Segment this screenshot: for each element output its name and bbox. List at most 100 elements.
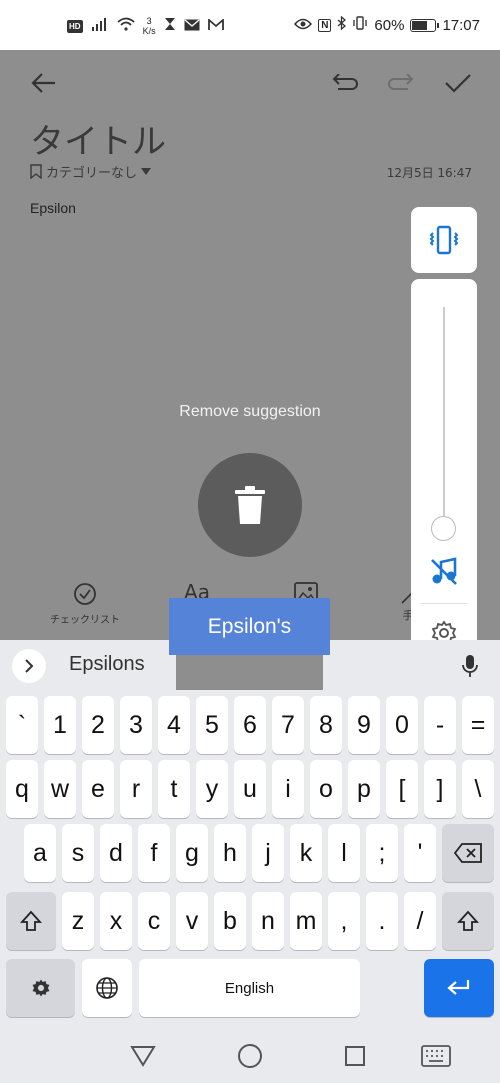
key[interactable]: z — [62, 892, 94, 950]
key[interactable]: . — [366, 892, 398, 950]
key[interactable]: - — [424, 696, 456, 754]
key[interactable]: b — [214, 892, 246, 950]
key[interactable]: v — [176, 892, 208, 950]
key[interactable]: 4 — [158, 696, 190, 754]
key[interactable]: s — [62, 824, 94, 882]
expand-toolbar-button[interactable] — [12, 649, 46, 683]
net-speed-value: 3 — [146, 16, 152, 26]
key[interactable]: 3 — [120, 696, 152, 754]
key[interactable]: x — [100, 892, 132, 950]
key[interactable]: 8 — [310, 696, 342, 754]
microphone-icon — [462, 655, 478, 677]
redo-button[interactable] — [384, 68, 418, 98]
battery-fill — [412, 20, 427, 30]
key[interactable]: ] — [424, 760, 456, 818]
key[interactable]: y — [196, 760, 228, 818]
key[interactable]: u — [234, 760, 266, 818]
gear-icon — [32, 979, 49, 997]
key[interactable]: p — [348, 760, 380, 818]
key[interactable]: t — [158, 760, 190, 818]
key[interactable]: 2 — [82, 696, 114, 754]
key[interactable]: 1 — [44, 696, 76, 754]
keyboard-settings-key[interactable] — [6, 959, 75, 1017]
key[interactable]: k — [290, 824, 322, 882]
vibrate-icon — [429, 225, 459, 255]
nfc-icon: N — [318, 18, 332, 32]
key[interactable]: 0 — [386, 696, 418, 754]
hd-badge: HD — [67, 19, 83, 33]
media-mute-button[interactable] — [429, 557, 459, 591]
save-button[interactable] — [440, 66, 476, 100]
chevron-right-icon — [25, 659, 34, 673]
vibrate-mode-button[interactable] — [411, 207, 477, 273]
key[interactable]: ' — [404, 824, 436, 882]
vibrate-icon — [352, 16, 368, 34]
key[interactable]: r — [120, 760, 152, 818]
key[interactable]: d — [100, 824, 132, 882]
key[interactable]: m — [290, 892, 322, 950]
dragged-suggestion-popup[interactable]: Epsilon's — [169, 598, 330, 655]
key[interactable]: a — [24, 824, 56, 882]
dropdown-arrow-icon — [141, 167, 152, 175]
recents-nav-button[interactable] — [342, 1043, 368, 1069]
note-body[interactable]: Epsilon — [30, 200, 76, 216]
key[interactable]: l — [328, 824, 360, 882]
key[interactable]: 5 — [196, 696, 228, 754]
category-selector[interactable]: カテゴリーなし — [30, 162, 152, 181]
enter-icon — [447, 980, 470, 995]
shift-key[interactable] — [6, 892, 56, 950]
back-button[interactable] — [26, 66, 60, 100]
undo-icon — [332, 74, 358, 90]
back-nav-button[interactable] — [128, 1042, 158, 1070]
eye-icon — [294, 17, 313, 34]
keyboard-hide-button[interactable] — [420, 1044, 452, 1068]
net-speed-unit: K/s — [142, 26, 156, 36]
home-nav-button[interactable] — [236, 1042, 264, 1070]
signal-icon — [91, 17, 109, 35]
category-label: カテゴリーなし — [46, 166, 138, 181]
backspace-key[interactable] — [442, 824, 494, 882]
key[interactable]: [ — [386, 760, 418, 818]
key[interactable]: c — [138, 892, 170, 950]
language-key[interactable] — [82, 959, 132, 1017]
key[interactable]: = — [462, 696, 494, 754]
battery-percent: 60% — [374, 16, 405, 34]
checklist-tool[interactable]: チェックリスト — [40, 582, 130, 626]
remove-suggestion-target[interactable] — [198, 453, 302, 557]
key[interactable]: o — [310, 760, 342, 818]
key[interactable]: 7 — [272, 696, 304, 754]
key[interactable]: f — [138, 824, 170, 882]
key[interactable]: e — [82, 760, 114, 818]
key[interactable]: ` — [6, 696, 38, 754]
key[interactable]: q — [6, 760, 38, 818]
key[interactable]: g — [176, 824, 208, 882]
globe-icon — [96, 977, 118, 999]
suggestion-item[interactable]: Epsilons — [69, 653, 145, 676]
enter-key[interactable] — [424, 959, 494, 1017]
triangle-back-icon — [130, 1046, 156, 1067]
gmail-icon — [207, 17, 224, 35]
key[interactable]: 9 — [348, 696, 380, 754]
volume-slider-thumb[interactable] — [431, 516, 456, 541]
key[interactable]: ; — [366, 824, 398, 882]
key[interactable]: i — [272, 760, 304, 818]
checkmark-icon — [445, 74, 471, 93]
space-key[interactable]: English — [139, 959, 360, 1017]
key[interactable]: w — [44, 760, 76, 818]
undo-button[interactable] — [328, 68, 362, 98]
shift-key-right[interactable] — [442, 892, 494, 950]
key[interactable]: , — [328, 892, 360, 950]
backspace-icon — [454, 843, 482, 863]
key[interactable]: 6 — [234, 696, 266, 754]
key[interactable]: n — [252, 892, 284, 950]
note-title[interactable]: タイトル — [30, 114, 166, 163]
key[interactable]: h — [214, 824, 246, 882]
circle-home-icon — [238, 1044, 262, 1068]
battery-icon — [410, 18, 440, 32]
key[interactable]: \ — [462, 760, 494, 818]
key[interactable]: j — [252, 824, 284, 882]
navigation-bar — [0, 1028, 500, 1083]
voice-input-button[interactable] — [462, 654, 478, 682]
key[interactable]: / — [404, 892, 436, 950]
volume-panel — [411, 279, 477, 663]
